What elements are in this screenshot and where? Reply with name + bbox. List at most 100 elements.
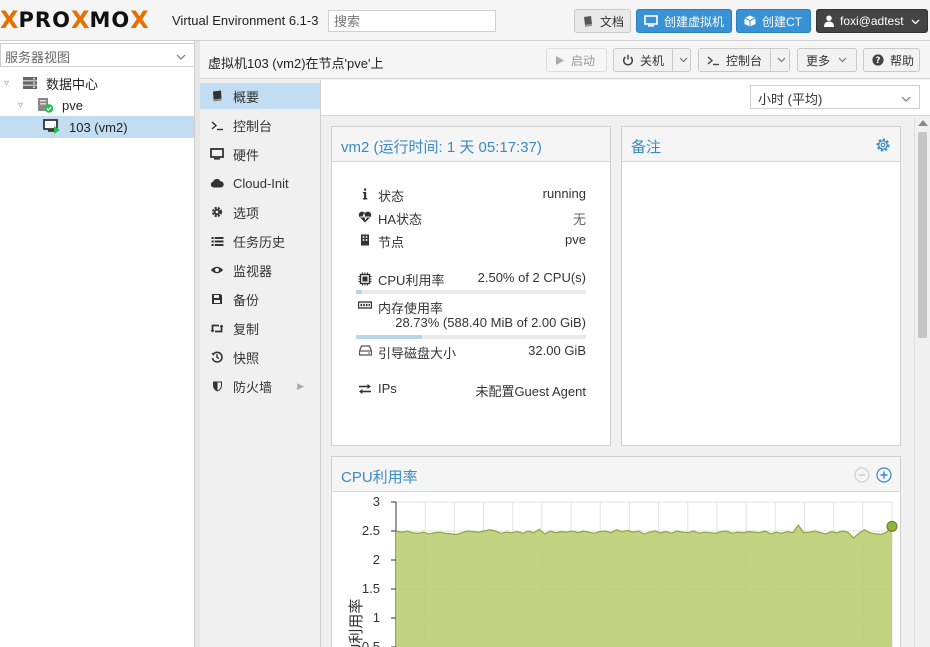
cloud-icon	[209, 178, 225, 188]
summary-toolbar: 小时 (平均)	[321, 80, 930, 116]
book-icon	[209, 90, 225, 102]
status-row-memory: 内存使用率	[358, 298, 586, 316]
gear-icon	[209, 206, 225, 218]
summary-main-area: 小时 (平均) vm2 (运行时间: 1 天 05:17:37) 状态 runn…	[321, 80, 930, 647]
tree-label: 数据中心	[46, 76, 99, 92]
bootdisk-value: 32.00 GiB	[528, 343, 586, 358]
nav-item-label: 备份	[233, 292, 260, 308]
eye-icon	[209, 265, 225, 275]
gear-icon[interactable]	[875, 137, 891, 153]
start-button[interactable]: 启动	[546, 48, 607, 72]
console-label: 控制台	[726, 53, 763, 68]
nav-item-hardware[interactable]: 硬件	[200, 141, 320, 167]
status-row-state: 状态 running	[358, 186, 586, 204]
notes-panel-title: 备注	[631, 139, 662, 156]
tree-node-datacenter[interactable]: ▿ 数据中心	[4, 72, 98, 94]
scroll-up-arrow-icon[interactable]	[918, 120, 928, 126]
status-row-ips: IPs 未配置Guest Agent	[358, 381, 586, 399]
more-label: 更多	[806, 53, 831, 68]
notes-panel: 备注	[621, 126, 901, 446]
book-icon	[582, 15, 594, 27]
nav-item-backup[interactable]: 备份	[200, 286, 320, 312]
node-value: pve	[565, 232, 586, 247]
view-selector[interactable]: 服务器视图	[0, 43, 195, 67]
collapse-arrow-icon[interactable]: ▿	[4, 78, 16, 89]
terminal-icon	[707, 55, 720, 66]
nav-item-label: 控制台	[233, 118, 273, 134]
cpu-usage-label: CPU利用率	[378, 273, 445, 288]
node-online-icon	[36, 97, 54, 113]
tree-node-vm-103[interactable]: 103 (vm2)	[0, 116, 194, 138]
status-panel-title: vm2 (运行时间: 1 天 05:17:37)	[341, 139, 542, 156]
server-stack-icon	[22, 76, 38, 90]
memory-usage-bar-fill	[356, 335, 423, 339]
docs-button[interactable]: 文档	[574, 9, 631, 33]
timeframe-selector[interactable]: 小时 (平均)	[750, 85, 920, 109]
help-button[interactable]: ? 帮助	[863, 48, 920, 72]
hard-drive-icon	[358, 345, 372, 356]
history-icon	[209, 351, 225, 363]
zoom-in-icon[interactable]	[876, 467, 892, 483]
chart-y-axis-label: CPU利用率	[348, 599, 365, 647]
vm-running-icon	[43, 119, 61, 135]
proxmox-logo: X PRO X MO X	[0, 6, 149, 34]
terminal-icon	[209, 120, 225, 131]
zoom-out-icon[interactable]	[854, 467, 870, 483]
nav-item-replication[interactable]: 复制	[200, 315, 320, 341]
chart-y-tick-label: 3	[373, 494, 380, 509]
nav-item-snapshots[interactable]: 快照	[200, 344, 320, 370]
cube-icon	[744, 15, 756, 27]
nav-item-label: 快照	[233, 350, 260, 366]
nav-item-options[interactable]: 选项	[200, 199, 320, 225]
chevron-down-icon	[838, 57, 847, 63]
status-row-cpu: CPU利用率 2.50% of 2 CPU(s)	[358, 270, 586, 288]
tree-label: pve	[62, 97, 83, 113]
main-scrollbar[interactable]	[914, 118, 930, 647]
shutdown-button[interactable]: 关机	[613, 48, 691, 72]
scrollbar-thumb[interactable]	[918, 132, 927, 338]
nav-item-cloud-init[interactable]: Cloud-Init	[200, 170, 320, 196]
status-panel-header: vm2 (运行时间: 1 天 05:17:37)	[332, 127, 610, 162]
memory-usage-bar	[356, 335, 586, 339]
page-title: 虚拟机103 (vm2)在节点'pve'上	[208, 56, 384, 71]
collapse-arrow-icon[interactable]: ▿	[18, 100, 30, 111]
cpu-chart-header: CPU利用率	[332, 457, 900, 492]
chevron-down-icon[interactable]	[770, 49, 786, 71]
desktop-icon	[644, 15, 658, 27]
search-input[interactable]	[328, 10, 496, 32]
console-button[interactable]: 控制台	[698, 48, 790, 72]
nav-item-firewall[interactable]: 防火墙 ▶	[200, 373, 320, 399]
floppy-icon	[209, 293, 225, 305]
ha-value: 无	[572, 212, 586, 227]
status-row-bootdisk: 引导磁盘大小 32.00 GiB	[358, 343, 586, 361]
nav-item-label: 复制	[233, 321, 260, 337]
view-selector-value: 服务器视图	[5, 50, 71, 65]
retweet-icon	[209, 323, 225, 334]
chevron-down-icon	[176, 48, 186, 63]
chevron-down-icon	[911, 14, 920, 28]
bootdisk-label: 引导磁盘大小	[378, 346, 457, 361]
nav-item-summary[interactable]: 概要	[200, 83, 320, 109]
ips-value: 未配置Guest Agent	[475, 384, 586, 399]
nav-item-monitor[interactable]: 监视器	[200, 257, 320, 283]
nav-item-label: 监视器	[233, 263, 273, 279]
play-icon	[555, 55, 565, 66]
chevron-down-icon[interactable]	[672, 49, 688, 71]
create-vm-button[interactable]: 创建虚拟机	[636, 9, 732, 33]
more-button[interactable]: 更多	[797, 48, 857, 72]
create-ct-button[interactable]: 创建CT	[736, 9, 811, 33]
exchange-icon	[358, 383, 372, 395]
nav-item-console[interactable]: 控制台	[200, 112, 320, 138]
nav-item-task-history[interactable]: 任务历史	[200, 228, 320, 254]
tree-node-pve[interactable]: ▿ pve	[18, 94, 83, 116]
logo-x-mark: X	[70, 6, 90, 34]
logo-x-mark: X	[130, 6, 149, 34]
status-row-memory-value: 28.73% (588.40 MiB of 2.00 GiB)	[358, 315, 586, 333]
shutdown-label: 关机	[640, 53, 665, 68]
timeframe-value: 小时 (平均)	[758, 92, 823, 107]
latest-point-marker	[886, 520, 898, 532]
user-menu-button[interactable]: foxi@adtest	[816, 9, 928, 33]
building-icon	[358, 234, 372, 246]
logo-text-part1: PRO	[18, 8, 71, 32]
product-version: Virtual Environment 6.1-3	[172, 13, 319, 28]
